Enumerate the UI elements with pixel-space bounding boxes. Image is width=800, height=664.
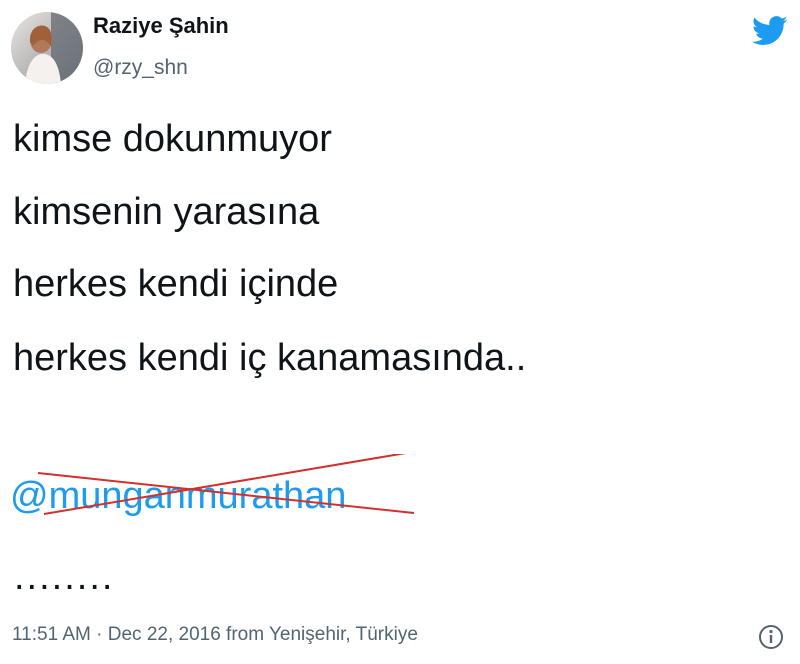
tweet-text-line: herkes kendi içinde	[13, 263, 339, 305]
mention-block: @munganmurathan	[10, 454, 430, 534]
avatar[interactable]	[11, 12, 83, 84]
author-handle[interactable]: @rzy_shn	[93, 56, 188, 80]
strikethrough-cross	[37, 454, 415, 515]
profile-photo	[11, 12, 83, 84]
author-name[interactable]: Raziye Şahin	[93, 13, 229, 39]
tweet-timestamp[interactable]: 11:51 AM · Dec 22, 2016 from Yenişehir, …	[12, 624, 418, 646]
ellipsis-text: ........	[14, 556, 115, 598]
tweet-text-line: kimsenin yarasına	[13, 191, 320, 233]
tweet-text-line: herkes kendi iç kanamasında..	[13, 337, 527, 379]
info-icon[interactable]	[758, 624, 784, 650]
twitter-bird-icon[interactable]	[752, 16, 788, 46]
tweet-text-line: kimse dokunmuyor	[13, 118, 332, 160]
